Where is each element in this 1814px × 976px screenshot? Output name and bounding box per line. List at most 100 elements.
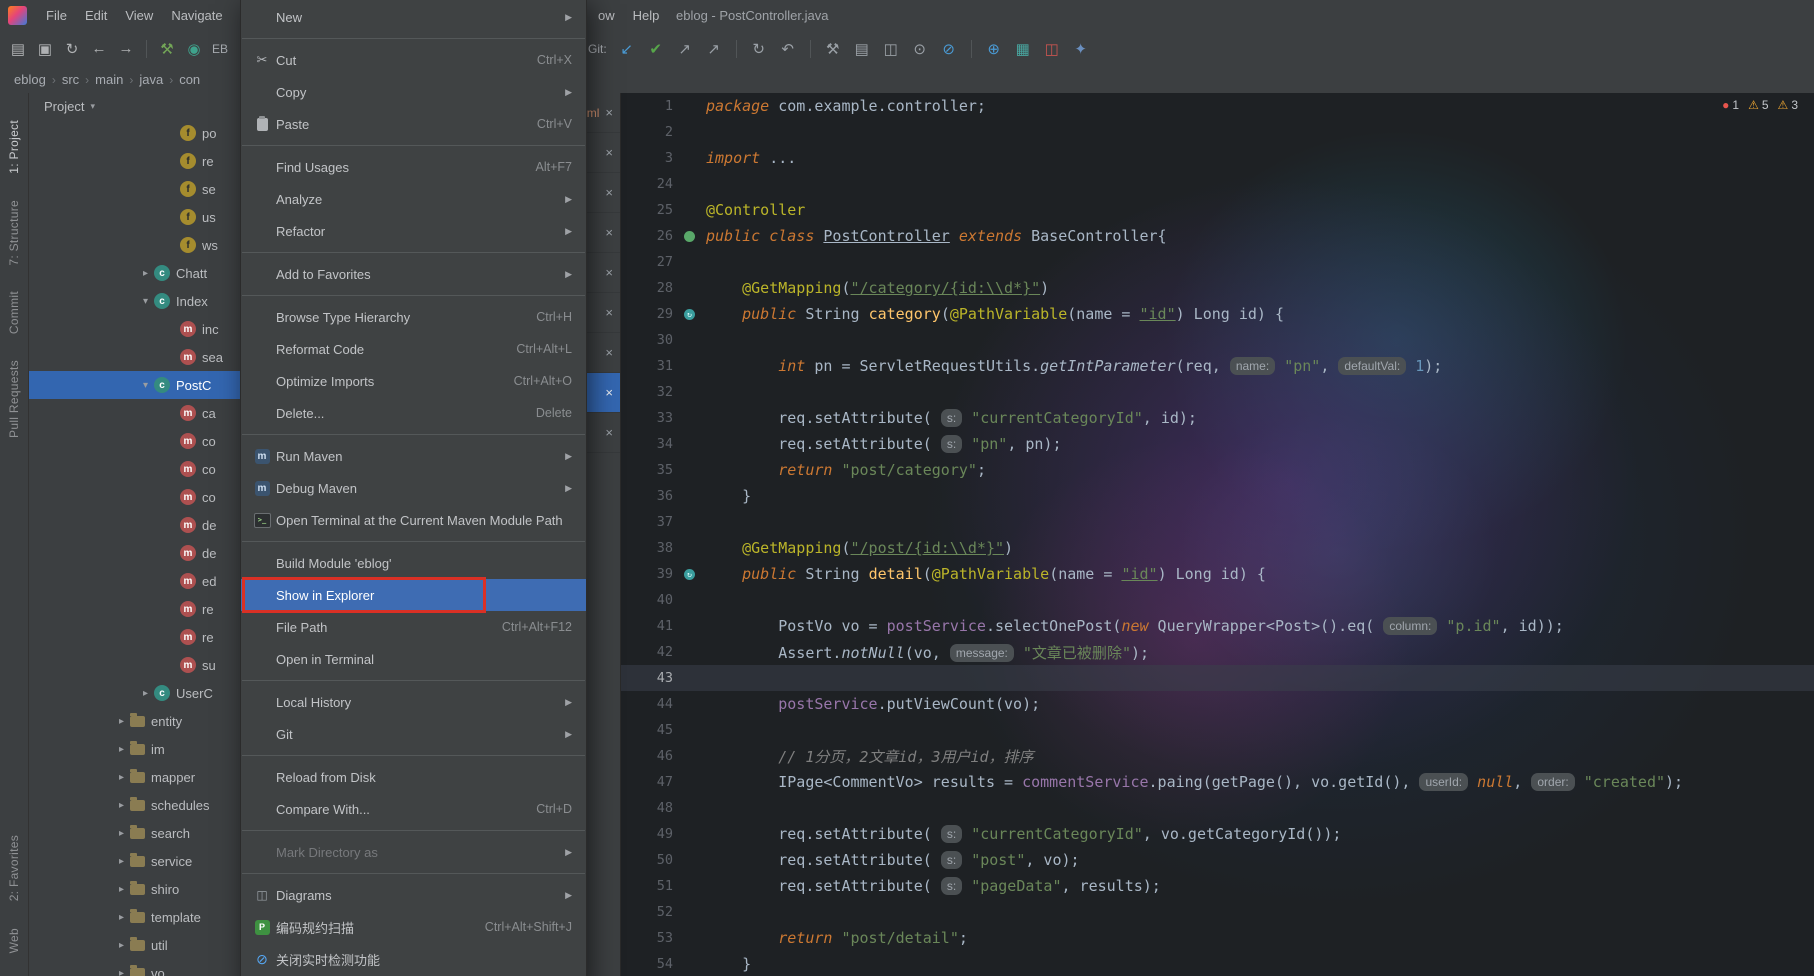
- back-icon[interactable]: ←: [87, 37, 111, 61]
- chevron-collapsed-icon[interactable]: ▸: [137, 688, 154, 699]
- code-line-26[interactable]: 26public class PostController extends Ba…: [621, 223, 1814, 249]
- code-line-1[interactable]: 1package com.example.controller;: [621, 93, 1814, 119]
- tool-window-button-7-structure[interactable]: 7: Structure: [7, 200, 21, 266]
- code-line-35[interactable]: 35 return "post/category";: [621, 457, 1814, 483]
- chevron-collapsed-icon[interactable]: ▸: [137, 268, 154, 279]
- chevron-expanded-icon[interactable]: ▾: [137, 296, 154, 307]
- code-line-45[interactable]: 45: [621, 717, 1814, 743]
- code-line-25[interactable]: 25@Controller: [621, 197, 1814, 223]
- menu-item-add-to-favorites[interactable]: Add to Favorites▶: [241, 258, 586, 290]
- code-line-24[interactable]: 24: [621, 171, 1814, 197]
- search-icon[interactable]: ⊙: [908, 37, 932, 61]
- tool-window-button-web[interactable]: Web: [7, 928, 21, 953]
- code-line-29[interactable]: 29↻ public String category(@PathVariable…: [621, 301, 1814, 327]
- chevron-collapsed-icon[interactable]: ▸: [113, 772, 130, 783]
- coverage-icon[interactable]: ▦: [1011, 37, 1035, 61]
- breadcrumb-item-eblog[interactable]: eblog: [12, 72, 48, 87]
- menu-item-optimize-imports[interactable]: Optimize ImportsCtrl+Alt+O: [241, 365, 586, 397]
- menu-item-open-in-terminal[interactable]: Open in Terminal: [241, 643, 586, 675]
- menu-item-local-history[interactable]: Local History▶: [241, 686, 586, 718]
- wrench-icon[interactable]: ⚒: [821, 37, 845, 61]
- close-icon[interactable]: ×: [605, 265, 613, 280]
- menu-item-run-maven[interactable]: mRun Maven▶: [241, 440, 586, 472]
- chevron-collapsed-icon[interactable]: ▸: [113, 828, 130, 839]
- menu-item-cut[interactable]: ✂CutCtrl+X: [241, 44, 586, 76]
- menu-item-reload-from-disk[interactable]: Reload from Disk: [241, 761, 586, 793]
- code-line-54[interactable]: 54 }: [621, 951, 1814, 976]
- menu-item-delete-[interactable]: Delete...Delete: [241, 397, 586, 429]
- code-line-3[interactable]: 3import ...: [621, 145, 1814, 171]
- chevron-collapsed-icon[interactable]: ▸: [113, 744, 130, 755]
- git-commit-icon[interactable]: ✔: [644, 37, 668, 61]
- code-line-39[interactable]: 39↻ public String detail(@PathVariable(n…: [621, 561, 1814, 587]
- menu-item-paste[interactable]: PasteCtrl+V: [241, 108, 586, 140]
- code-line-30[interactable]: 30: [621, 327, 1814, 353]
- code-line-38[interactable]: 38 @GetMapping("/post/{id:\\d*}"): [621, 535, 1814, 561]
- code-line-28[interactable]: 28 @GetMapping("/category/{id:\\d*}"): [621, 275, 1814, 301]
- code-line-49[interactable]: 49 req.setAttribute( s: "currentCategory…: [621, 821, 1814, 847]
- menubar-item-edit[interactable]: Edit: [76, 8, 116, 23]
- chevron-collapsed-icon[interactable]: ▸: [113, 912, 130, 923]
- menubar-item-file[interactable]: File: [37, 8, 76, 23]
- menu-item-git[interactable]: Git▶: [241, 718, 586, 750]
- breadcrumb-item-java[interactable]: java: [137, 72, 165, 87]
- disable-inspections-icon[interactable]: ⊘: [937, 37, 961, 61]
- menubar-item-view[interactable]: View: [116, 8, 162, 23]
- code-line-2[interactable]: 2: [621, 119, 1814, 145]
- tool-window-button-2-favorites[interactable]: 2: Favorites: [7, 835, 21, 901]
- menu-item-file-path[interactable]: File PathCtrl+Alt+F12: [241, 611, 586, 643]
- editor[interactable]: 1package com.example.controller;23import…: [621, 93, 1814, 976]
- code-line-31[interactable]: 31 int pn = ServletRequestUtils.getIntPa…: [621, 353, 1814, 379]
- chevron-collapsed-icon[interactable]: ▸: [113, 856, 130, 867]
- menubar-item-navigate[interactable]: Navigate: [162, 8, 231, 23]
- menu-item-browse-type-hierarchy[interactable]: Browse Type HierarchyCtrl+H: [241, 301, 586, 333]
- mapping-gutter-icon[interactable]: ↻: [684, 569, 695, 580]
- close-icon[interactable]: ×: [605, 145, 613, 160]
- project-structure-icon[interactable]: ▤: [850, 37, 874, 61]
- code-line-46[interactable]: 46 // 1分页，2文章id，3用户id，排序: [621, 743, 1814, 769]
- chevron-collapsed-icon[interactable]: ▸: [113, 940, 130, 951]
- close-icon[interactable]: ×: [605, 425, 613, 440]
- profiler-icon[interactable]: ◫: [1040, 37, 1064, 61]
- close-icon[interactable]: ×: [605, 185, 613, 200]
- menu-item-debug-maven[interactable]: mDebug Maven▶: [241, 472, 586, 504]
- code-line-36[interactable]: 36 }: [621, 483, 1814, 509]
- menu-item-copy[interactable]: Copy▶: [241, 76, 586, 108]
- rollback-icon[interactable]: ↶: [776, 37, 800, 61]
- code-line-33[interactable]: 33 req.setAttribute( s: "currentCategory…: [621, 405, 1814, 431]
- close-icon[interactable]: ×: [605, 385, 613, 400]
- menu-item-open-terminal-at-the-current-maven-module-path[interactable]: >_Open Terminal at the Current Maven Mod…: [241, 504, 586, 536]
- chevron-down-icon[interactable]: ▾: [90, 101, 95, 112]
- code-line-43[interactable]: 43: [621, 665, 1814, 691]
- menu-item-show-in-explorer[interactable]: Show in Explorer: [241, 579, 586, 611]
- code-line-51[interactable]: 51 req.setAttribute( s: "pageData", resu…: [621, 873, 1814, 899]
- sync-icon[interactable]: ↻: [60, 37, 84, 61]
- menu-item-refactor[interactable]: Refactor▶: [241, 215, 586, 247]
- run-config-icon[interactable]: ◉: [182, 37, 206, 61]
- breadcrumb-item-con[interactable]: con: [177, 72, 202, 87]
- code-line-42[interactable]: 42 Assert.notNull(vo, message: "文章已被删除")…: [621, 639, 1814, 665]
- menu-item-analyze[interactable]: Analyze▶: [241, 183, 586, 215]
- breadcrumb-item-src[interactable]: src: [60, 72, 81, 87]
- menu-item-reformat-code[interactable]: Reformat CodeCtrl+Alt+L: [241, 333, 586, 365]
- menu-item-diagrams[interactable]: ◫Diagrams▶: [241, 879, 586, 911]
- tool-window-button-1-project[interactable]: 1: Project: [7, 120, 21, 174]
- breadcrumb-item-main[interactable]: main: [93, 72, 125, 87]
- save-icon[interactable]: ▣: [33, 37, 57, 61]
- code-line-47[interactable]: 47 IPage<CommentVo> results = commentSer…: [621, 769, 1814, 795]
- code-line-27[interactable]: 27: [621, 249, 1814, 275]
- menu-item-build-module-eblog-[interactable]: Build Module 'eblog': [241, 547, 586, 579]
- menu-item-find-usages[interactable]: Find UsagesAlt+F7: [241, 151, 586, 183]
- inspection-weak-warnings[interactable]: ⚠3: [1778, 98, 1798, 112]
- git-push-alt-icon[interactable]: ↗: [702, 37, 726, 61]
- code-line-37[interactable]: 37: [621, 509, 1814, 535]
- chevron-collapsed-icon[interactable]: ▸: [113, 884, 130, 895]
- code-line-41[interactable]: 41 PostVo vo = postService.selectOnePost…: [621, 613, 1814, 639]
- code-line-44[interactable]: 44 postService.putViewCount(vo);: [621, 691, 1814, 717]
- close-icon[interactable]: ×: [605, 345, 613, 360]
- inspection-warnings[interactable]: ⚠5: [1748, 98, 1768, 112]
- code-line-50[interactable]: 50 req.setAttribute( s: "post", vo);: [621, 847, 1814, 873]
- code-line-52[interactable]: 52: [621, 899, 1814, 925]
- menu-item-mark-directory-as[interactable]: Mark Directory as▶: [241, 836, 586, 868]
- layout-icon[interactable]: ◫: [879, 37, 903, 61]
